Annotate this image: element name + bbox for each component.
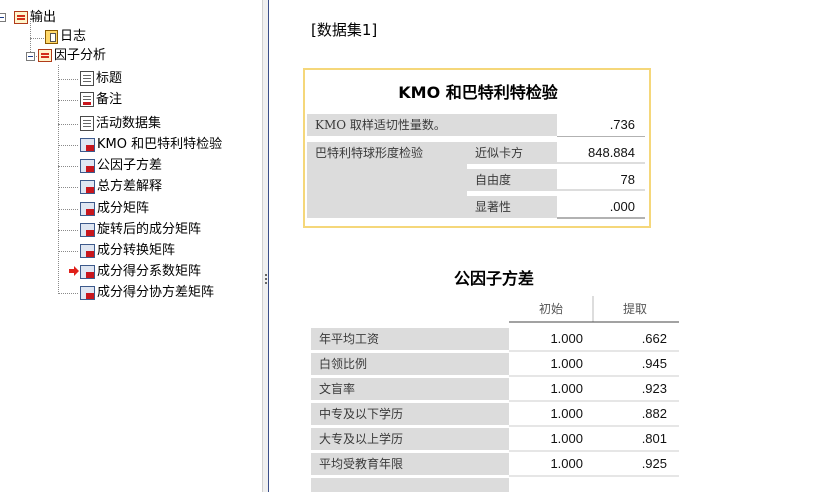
bartlett-test-label: 巴特利特球形度检验: [307, 142, 467, 218]
notes-icon: [80, 92, 94, 107]
tree-node-label: 成分矩阵: [97, 201, 150, 216]
tree-node-label: 成分得分协方差矩阵: [97, 285, 215, 300]
table-icon: [80, 285, 95, 300]
table-icon: [80, 201, 95, 216]
tree-connector: [58, 166, 78, 167]
tree-node-label: 标题: [96, 71, 123, 86]
tree-node-label: 备注: [96, 92, 123, 107]
tree-item-transformation-matrix[interactable]: 成分转换矩阵: [80, 242, 175, 260]
row-label-partial: [311, 478, 509, 492]
tree-connector: [58, 209, 78, 210]
tree-node-label: 旋转后的成分矩阵: [97, 222, 202, 237]
tree-item-notes[interactable]: 备注: [80, 91, 122, 109]
tree-node-label: 日志: [60, 29, 87, 44]
document-icon: [80, 116, 94, 131]
log-book-icon: [45, 29, 58, 44]
outline-tree: 输出 日志 因子分析 标题 备注 活动数据集 KMO 和巴特利特检验 公因子方差…: [0, 0, 262, 492]
tree-node-log[interactable]: 日志: [45, 28, 86, 46]
tree-node-label: 活动数据集: [96, 116, 162, 131]
tree-connector: [58, 187, 78, 188]
row-label: 文盲率: [311, 378, 509, 400]
tree-connector: [58, 100, 78, 101]
row-label: 中专及以下学历: [311, 403, 509, 425]
kmo-value-rules: [557, 136, 645, 219]
tree-node-label: 因子分析: [54, 48, 107, 63]
communalities-header-rules: [509, 296, 679, 323]
tree-node-label: KMO 和巴特利特检验: [97, 137, 223, 152]
tree-connector: [58, 251, 78, 252]
table-icon: [80, 243, 95, 258]
kmo-measure-value: .736: [557, 114, 645, 136]
output-icon: [14, 11, 28, 24]
table-icon: [80, 158, 95, 173]
output-icon: [38, 49, 52, 62]
communalities-table-title: 公因子方差: [453, 269, 534, 288]
significance-label: 显著性: [467, 196, 557, 218]
output-content: [数据集1] KMO 和巴特利特检验 KMO 取样适切性量数。 .736 巴特利…: [269, 0, 830, 492]
row-label: 年平均工资: [311, 328, 509, 350]
collapse-toggle-root[interactable]: [0, 13, 6, 22]
current-item-arrow-icon: [69, 266, 79, 276]
row-label: 大专及以上学历: [311, 428, 509, 450]
splitter-grip-icon[interactable]: [265, 274, 267, 276]
dataset-label: [数据集1]: [311, 21, 378, 39]
document-icon: [80, 71, 94, 86]
tree-connector: [58, 230, 78, 231]
tree-item-score-coefficient[interactable]: 成分得分系数矩阵: [80, 263, 201, 281]
tree-node-label: 成分转换矩阵: [97, 243, 176, 258]
tree-connector: [58, 79, 78, 80]
table-icon: [80, 222, 95, 237]
tree-item-communalities[interactable]: 公因子方差: [80, 157, 162, 175]
tree-item-component-matrix[interactable]: 成分矩阵: [80, 200, 149, 218]
tree-node-label: 成分得分系数矩阵: [97, 264, 202, 279]
tree-node-label: 公因子方差: [97, 158, 163, 173]
kmo-table-title: KMO 和巴特利特检验: [398, 83, 558, 102]
row-label: 平均受教育年限: [311, 453, 509, 475]
tree-node-factor-analysis[interactable]: 因子分析: [38, 47, 106, 65]
tree-connector: [30, 38, 44, 39]
table-icon: [80, 264, 95, 279]
tree-node-label: 输出: [30, 10, 57, 25]
tree-item-kmo-bartlett[interactable]: KMO 和巴特利特检验: [80, 136, 222, 154]
tree-item-rotated-matrix[interactable]: 旋转后的成分矩阵: [80, 221, 201, 239]
table-icon: [80, 137, 95, 152]
tree-connector: [58, 293, 78, 294]
tree-connector: [58, 124, 78, 125]
tree-connector: [58, 145, 78, 146]
tree-node-label: 总方差解释: [97, 179, 163, 194]
pane-splitter[interactable]: [262, 0, 269, 492]
row-label: 白领比例: [311, 353, 509, 375]
approx-chi-square-label: 近似卡方: [467, 142, 557, 164]
tree-item-title[interactable]: 标题: [80, 70, 122, 88]
df-label: 自由度: [467, 169, 557, 191]
tree-item-total-variance[interactable]: 总方差解释: [80, 178, 162, 196]
communalities-row-rules: [509, 350, 679, 477]
table-icon: [80, 179, 95, 194]
tree-item-active-dataset[interactable]: 活动数据集: [80, 115, 161, 133]
tree-node-output[interactable]: 输出: [14, 9, 56, 27]
collapse-toggle-factor-analysis[interactable]: [26, 52, 35, 61]
kmo-measure-label: KMO 取样适切性量数。: [307, 114, 557, 136]
tree-item-score-covariance[interactable]: 成分得分协方差矩阵: [80, 284, 214, 302]
